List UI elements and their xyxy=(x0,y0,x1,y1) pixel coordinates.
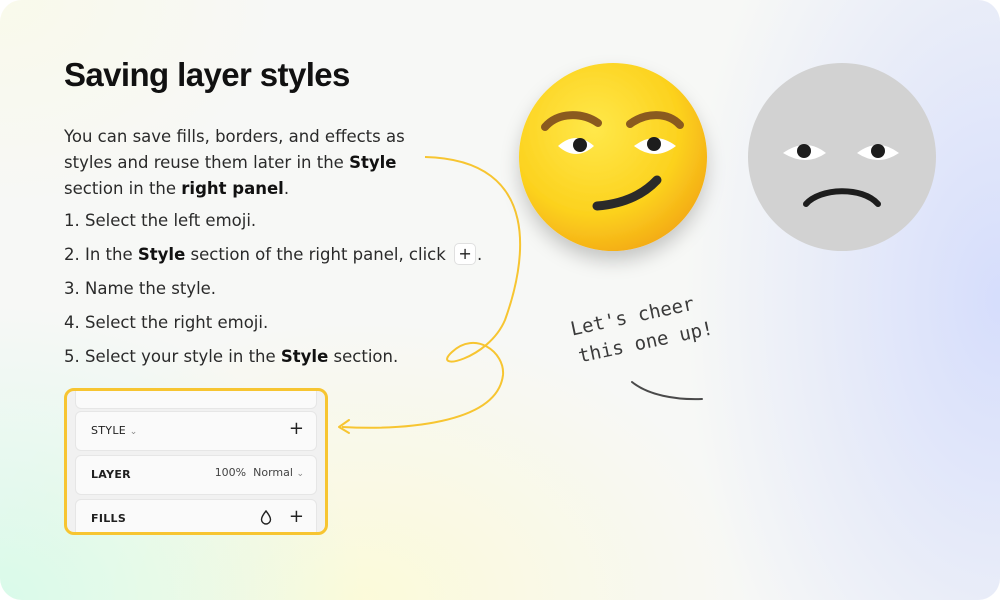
connector-arrow xyxy=(341,156,522,429)
smirk-emoji[interactable] xyxy=(519,63,707,251)
illustration-layer xyxy=(338,63,936,434)
background-card: Saving layer styles You can save fills, … xyxy=(0,0,1000,600)
sad-gray-emoji[interactable] xyxy=(748,63,936,251)
note-underline xyxy=(631,381,703,401)
